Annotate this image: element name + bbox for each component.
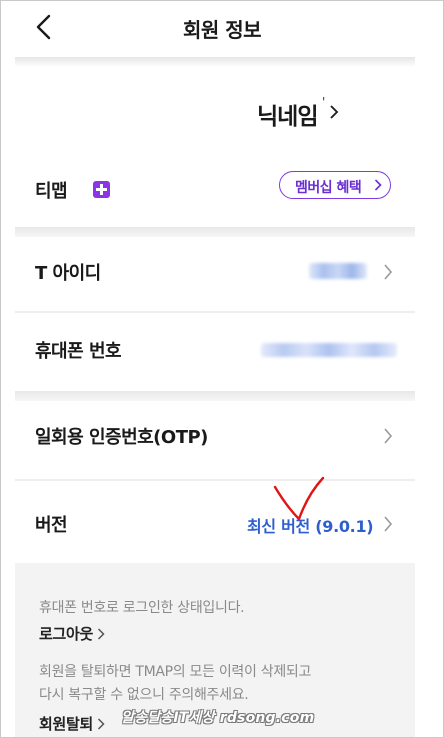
withdraw-notice-line-1: 회원을 탈퇴하면 TMAP의 모든 이력이 삭제되고 [39, 664, 312, 680]
plus-badge-icon [93, 181, 110, 198]
t-id-row[interactable]: T 아이디 [15, 237, 415, 309]
row-divider [15, 479, 415, 481]
chevron-right-icon [374, 179, 382, 191]
otp-label: 일회용 인증번호(OTP) [35, 427, 208, 448]
section-divider [15, 391, 415, 401]
member-info-screen: 회원 정보 닉네임 ' 티맵 멤버십 혜택 T 아이디 휴대폰 번호 일회용 인… [0, 0, 444, 738]
t-id-value-blurred [309, 263, 367, 279]
chevron-right-icon [330, 105, 339, 119]
nickname-text: 닉네임 [257, 104, 318, 130]
app-header: 회원 정보 [1, 1, 443, 53]
tmap-label: 티맵 [35, 181, 68, 202]
site-watermark: 알송달송IT세상 rdsong.com [121, 710, 315, 726]
phone-number-row: 휴대폰 번호 [15, 315, 415, 387]
withdraw-label: 회원탈퇴 [39, 715, 94, 733]
nickname-row[interactable]: 닉네임 ' [15, 87, 415, 143]
otp-row[interactable]: 일회용 인증번호(OTP) [15, 401, 415, 473]
t-id-label: T 아이디 [35, 263, 101, 284]
nickname-mark: ' [322, 95, 326, 109]
logout-label: 로그아웃 [39, 625, 94, 643]
chevron-right-icon [384, 428, 393, 444]
version-label: 버전 [35, 515, 68, 536]
section-divider [15, 227, 415, 237]
chevron-right-icon [97, 628, 105, 640]
phone-number-label: 휴대폰 번호 [35, 341, 122, 362]
login-status-text: 휴대폰 번호로 로그인한 상태입니다. [39, 600, 245, 616]
page-title: 회원 정보 [182, 18, 262, 42]
version-row[interactable]: 버전 최신 버전 (9.0.1) [15, 489, 415, 561]
header-divider [15, 57, 415, 67]
chevron-right-icon [384, 516, 393, 532]
chevron-right-icon [97, 718, 105, 730]
red-checkmark-annotation [273, 476, 325, 521]
withdraw-notice-line-2: 다시 복구할 수 없으니 주의해주세요. [39, 687, 249, 703]
membership-benefits-button[interactable]: 멤버십 혜택 [279, 171, 391, 199]
membership-benefits-label: 멤버십 혜택 [295, 180, 362, 196]
phone-number-value-blurred [261, 343, 397, 357]
logout-link[interactable]: 로그아웃 [39, 623, 105, 644]
row-divider [15, 311, 415, 313]
withdraw-link[interactable]: 회원탈퇴 [39, 713, 105, 734]
chevron-right-icon [384, 264, 393, 280]
membership-row: 티맵 멤버십 혜택 [15, 159, 415, 221]
